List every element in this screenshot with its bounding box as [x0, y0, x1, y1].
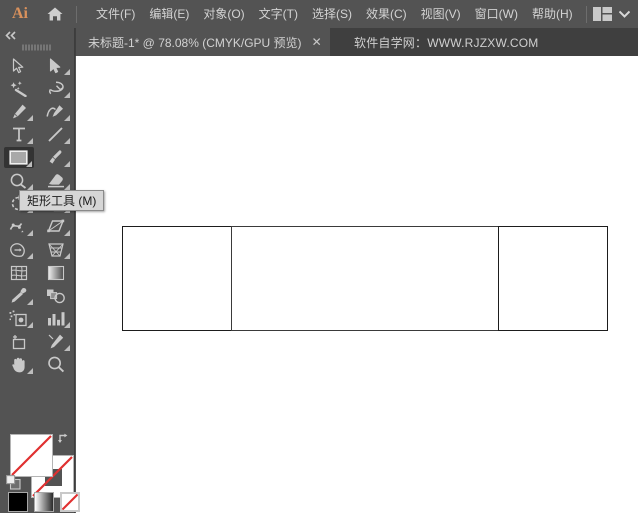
tool-corner-indicator	[64, 69, 70, 75]
workspace-switcher[interactable]	[580, 0, 631, 28]
mesh-tool[interactable]	[0, 261, 37, 284]
blend-tool[interactable]	[37, 284, 74, 307]
gradient-button[interactable]	[34, 492, 54, 512]
tool-corner-indicator	[64, 345, 70, 351]
app-logo: Ai	[12, 5, 28, 22]
width-warp-tool[interactable]	[0, 215, 37, 238]
selection-tool[interactable]	[0, 54, 37, 77]
tool-corner-indicator	[64, 161, 70, 167]
perspective-grid-tool[interactable]	[37, 238, 74, 261]
rectangle-center[interactable]	[231, 226, 499, 331]
tool-corner-indicator	[64, 322, 70, 328]
menu-object[interactable]: 对象(O)	[196, 3, 251, 25]
tool-row	[0, 261, 74, 284]
tool-row	[0, 100, 74, 123]
menu-view[interactable]: 视图(V)	[414, 3, 468, 25]
shape-builder-tool[interactable]	[0, 238, 37, 261]
tool-corner-indicator	[26, 161, 32, 167]
tool-row	[0, 353, 74, 376]
tool-corner-indicator	[64, 138, 70, 144]
none-button[interactable]	[60, 492, 80, 512]
menu-window[interactable]: 窗口(W)	[468, 3, 525, 25]
lasso-tool[interactable]	[37, 77, 74, 100]
column-graph-tool[interactable]	[37, 307, 74, 330]
symbol-sprayer-tool[interactable]	[0, 307, 37, 330]
menu-items: 文件(F) 编辑(E) 对象(O) 文字(T) 选择(S) 效果(C) 视图(V…	[89, 3, 580, 25]
tool-corner-indicator	[64, 92, 70, 98]
paint-mode-buttons	[8, 492, 80, 512]
hand-tool[interactable]	[0, 353, 37, 376]
eraser-tool[interactable]	[37, 169, 74, 192]
tool-row	[0, 169, 74, 192]
color-controls	[0, 428, 80, 513]
tool-row	[0, 146, 74, 169]
tool-corner-indicator	[27, 253, 33, 259]
menu-select[interactable]: 选择(S)	[305, 3, 359, 25]
menu-effect[interactable]: 效果(C)	[359, 3, 414, 25]
tool-tooltip-text: 矩形工具 (M)	[27, 194, 97, 208]
color-button[interactable]	[8, 492, 28, 512]
slice-tool[interactable]	[37, 330, 74, 353]
chevron-down-icon	[618, 5, 631, 23]
tool-row	[0, 238, 74, 261]
curvature-tool[interactable]	[37, 100, 74, 123]
tool-corner-indicator	[27, 115, 33, 121]
tool-row	[0, 54, 74, 77]
direct-selection-tool[interactable]	[37, 54, 74, 77]
close-icon[interactable]: ✕	[312, 36, 322, 48]
tool-row	[0, 284, 74, 307]
menu-bar: Ai 文件(F) 编辑(E) 对象(O) 文字(T) 选择(S) 效果(C) 视…	[0, 0, 638, 28]
document-tab-title: 未标题-1* @ 78.08% (CMYK/GPU 预览)	[88, 35, 302, 50]
home-icon[interactable]	[40, 6, 70, 22]
illustrator-window: Ai 文件(F) 编辑(E) 对象(O) 文字(T) 选择(S) 效果(C) 视…	[0, 0, 638, 513]
panel-drag-handle[interactable]	[0, 42, 74, 52]
tool-corner-indicator	[64, 230, 70, 236]
tool-row	[0, 330, 74, 353]
eyedropper-tool[interactable]	[0, 284, 37, 307]
menu-divider-left	[76, 5, 77, 23]
menu-edit[interactable]: 编辑(E)	[142, 3, 196, 25]
tool-panel	[0, 28, 80, 513]
collapse-panel-button[interactable]	[0, 28, 74, 42]
gradient-tool[interactable]	[37, 261, 74, 284]
tool-corner-indicator	[27, 138, 33, 144]
type-tool[interactable]	[0, 123, 37, 146]
tool-row	[0, 77, 74, 100]
tool-corner-indicator	[27, 230, 33, 236]
tool-corner-indicator	[27, 322, 33, 328]
document-tab[interactable]: 未标题-1* @ 78.08% (CMYK/GPU 预览) ✕	[76, 28, 330, 56]
tool-corner-indicator	[64, 115, 70, 121]
rectangle-right[interactable]	[498, 226, 608, 331]
shaper-tool[interactable]	[0, 169, 37, 192]
menu-help[interactable]: 帮助(H)	[525, 3, 580, 25]
paintbrush-tool[interactable]	[37, 146, 74, 169]
line-segment-tool[interactable]	[37, 123, 74, 146]
fill-none-indicator	[11, 435, 52, 476]
magic-wand-tool[interactable]	[0, 77, 37, 100]
fill-swatch[interactable]	[10, 434, 53, 477]
tool-row	[0, 215, 74, 238]
menu-divider-right	[586, 5, 587, 23]
rectangle-left[interactable]	[122, 226, 232, 331]
swap-fill-stroke-icon[interactable]	[57, 431, 71, 450]
pen-tool[interactable]	[0, 100, 37, 123]
tool-corner-indicator	[27, 299, 33, 305]
free-transform-tool[interactable]	[37, 215, 74, 238]
artboard-tool[interactable]	[0, 330, 37, 353]
workspace-layout-icon	[593, 7, 612, 21]
tool-row	[0, 307, 74, 330]
rectangle-tool[interactable]	[0, 146, 37, 169]
tool-grid	[0, 54, 74, 376]
tool-corner-indicator	[27, 368, 33, 374]
tab-bar: 未标题-1* @ 78.08% (CMYK/GPU 预览) ✕ 软件自学网：WW…	[0, 28, 638, 56]
menu-type[interactable]: 文字(T)	[252, 3, 305, 25]
tool-corner-indicator	[64, 253, 70, 259]
menu-file[interactable]: 文件(F)	[89, 3, 142, 25]
watermark-text: 软件自学网：WWW.RJZXW.COM	[354, 35, 539, 50]
tool-row	[0, 123, 74, 146]
tool-tooltip: 矩形工具 (M)	[19, 190, 105, 211]
canvas-area[interactable]	[76, 56, 638, 513]
zoom-tool[interactable]	[37, 353, 74, 376]
